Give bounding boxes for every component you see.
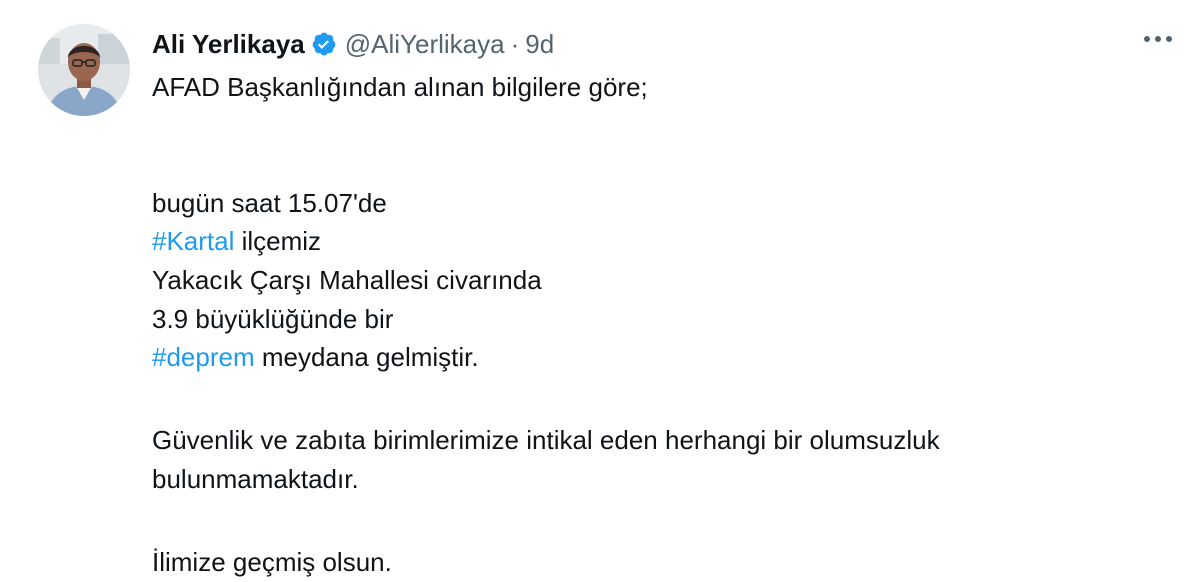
tweet-line-text: meydana gelmiştir. <box>254 342 479 373</box>
tweet-text: AFAD Başkanlığından alınan bilgilere gör… <box>152 68 1152 582</box>
separator-dot: · <box>510 28 520 59</box>
tweet-header: Ali Yerlikaya @AliYerlikaya · 9d <box>152 24 554 64</box>
tweet-line: 3.9 büyüklüğünde bir <box>152 303 394 334</box>
tweet-line: Yakacık Çarşı Mahallesi civarında <box>152 264 542 295</box>
verified-badge-icon <box>311 31 337 57</box>
profile-photo-icon <box>38 24 130 116</box>
more-dots-icon <box>1144 36 1172 42</box>
tweet-line: bulunmamaktadır. <box>152 463 359 494</box>
tweet-line: bugün saat 15.07'de <box>152 187 387 218</box>
avatar[interactable] <box>38 24 130 116</box>
tweet-line: Güvenlik ve zabıta birimlerimize intikal… <box>152 425 940 456</box>
tweet-timestamp[interactable]: 9d <box>525 29 554 60</box>
author-handle[interactable]: @AliYerlikaya <box>345 29 505 60</box>
more-options-button[interactable] <box>1136 24 1180 54</box>
tweet-line-text: ilçemiz <box>234 226 322 257</box>
hashtag-link-deprem[interactable]: #deprem <box>152 342 255 372</box>
tweet-line: #deprem meydana gelmiştir. <box>152 338 1152 377</box>
tweet: Ali Yerlikaya @AliYerlikaya · 9d AFAD Ba… <box>0 0 1200 577</box>
tweet-line: #Kartal ilçemiz <box>152 222 1152 261</box>
hashtag-link-kartal[interactable]: #Kartal <box>152 226 234 256</box>
author-name[interactable]: Ali Yerlikaya <box>152 29 305 60</box>
tweet-line: AFAD Başkanlığından alınan bilgilere gör… <box>152 72 648 102</box>
